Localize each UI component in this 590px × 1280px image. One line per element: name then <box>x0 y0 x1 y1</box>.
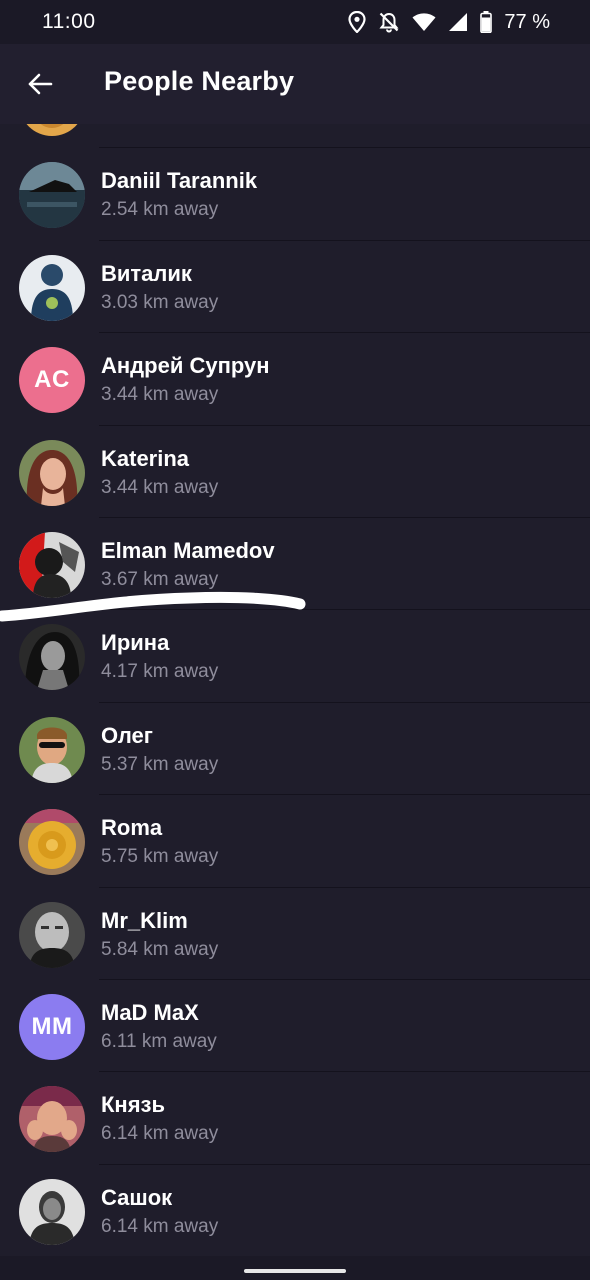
list-item[interactable]: Виталик 3.03 km away <box>0 241 590 334</box>
list-item[interactable]: Daniil Tarannik 2.54 km away <box>0 148 590 241</box>
signal-icon <box>448 12 468 32</box>
battery-icon <box>480 11 493 33</box>
person-distance: 2.54 km away <box>101 199 219 221</box>
person-distance: 4.17 km away <box>101 661 219 683</box>
avatar: AC <box>19 347 85 414</box>
avatar <box>19 1086 85 1153</box>
person-name: Elman Mamedov <box>101 537 275 563</box>
status-icons: 77 % <box>348 10 550 34</box>
screen: 11:00 77 % People Nearby Daniil Tarannik… <box>0 0 590 1280</box>
avatar <box>19 439 85 506</box>
avatar <box>19 1178 85 1245</box>
back-button[interactable] <box>22 66 58 102</box>
avatar <box>19 162 85 229</box>
person-distance: 6.14 km away <box>101 1215 219 1237</box>
status-bar: 11:00 77 % <box>0 0 590 44</box>
status-time: 11:00 <box>42 10 96 33</box>
person-name: Daniil Tarannik <box>101 168 258 194</box>
avatar-initials: AC <box>34 366 70 394</box>
person-distance: 6.14 km away <box>101 1123 219 1145</box>
person-name: Roma <box>101 815 163 841</box>
person-name: Сашок <box>101 1184 173 1210</box>
app-bar: People Nearby <box>0 44 590 124</box>
list-item[interactable] <box>0 124 590 149</box>
person-distance: 3.44 km away <box>101 476 219 498</box>
list-item[interactable]: Ирина 4.17 km away <box>0 610 590 703</box>
person-distance: 5.37 km away <box>101 753 219 775</box>
list-item[interactable]: Сашок 6.14 km away <box>0 1165 590 1256</box>
location-icon <box>348 11 367 33</box>
person-name: Mr_Klim <box>101 907 188 933</box>
wifi-icon <box>412 12 436 32</box>
avatar <box>19 124 85 136</box>
list-item[interactable]: Katerina 3.44 km away <box>0 426 590 518</box>
list-item[interactable]: Elman Mamedov 3.67 km away <box>0 518 590 611</box>
person-name: Ирина <box>101 630 170 656</box>
person-distance: 3.44 km away <box>101 384 219 406</box>
avatar-initials: MM <box>31 1012 73 1040</box>
person-name: Князь <box>101 1092 166 1118</box>
list-item[interactable]: AC Андрей Супрун 3.44 km away <box>0 333 590 426</box>
list-item[interactable]: MM MaD MaX 6.11 km away <box>0 980 590 1073</box>
avatar <box>19 531 85 598</box>
gesture-handle[interactable] <box>244 1269 346 1273</box>
avatar <box>19 624 85 691</box>
avatar <box>19 901 85 968</box>
list-item[interactable]: Олег 5.37 km away <box>0 703 590 796</box>
people-list-inner: Daniil Tarannik 2.54 km away Виталик 3.0… <box>0 124 590 1256</box>
list-item[interactable]: Князь 6.14 km away <box>0 1072 590 1165</box>
list-item[interactable]: Mr_Klim 5.84 km away <box>0 888 590 980</box>
person-name: Андрей Супрун <box>101 353 270 379</box>
avatar <box>19 254 85 321</box>
page-title: People Nearby <box>104 66 295 96</box>
alarm-off-icon <box>378 11 400 33</box>
person-distance: 3.03 km away <box>101 291 219 313</box>
arrow-left-icon <box>28 73 53 95</box>
avatar <box>19 716 85 783</box>
avatar <box>19 809 85 876</box>
person-name: Виталик <box>101 260 192 286</box>
person-name: Олег <box>101 722 153 748</box>
navigation-bar <box>0 1256 590 1280</box>
battery-percent: 77 % <box>504 10 550 33</box>
avatar: MM <box>19 993 85 1060</box>
person-distance: 3.67 km away <box>101 568 219 590</box>
person-distance: 5.75 km away <box>101 846 219 868</box>
list-item[interactable]: Roma 5.75 km away <box>0 795 590 888</box>
person-distance: 6.11 km away <box>101 1030 217 1052</box>
people-list[interactable]: Daniil Tarannik 2.54 km away Виталик 3.0… <box>0 124 590 1256</box>
person-name: MaD MaX <box>101 999 199 1025</box>
person-name: Katerina <box>101 445 190 471</box>
person-distance: 5.84 km away <box>101 938 219 960</box>
